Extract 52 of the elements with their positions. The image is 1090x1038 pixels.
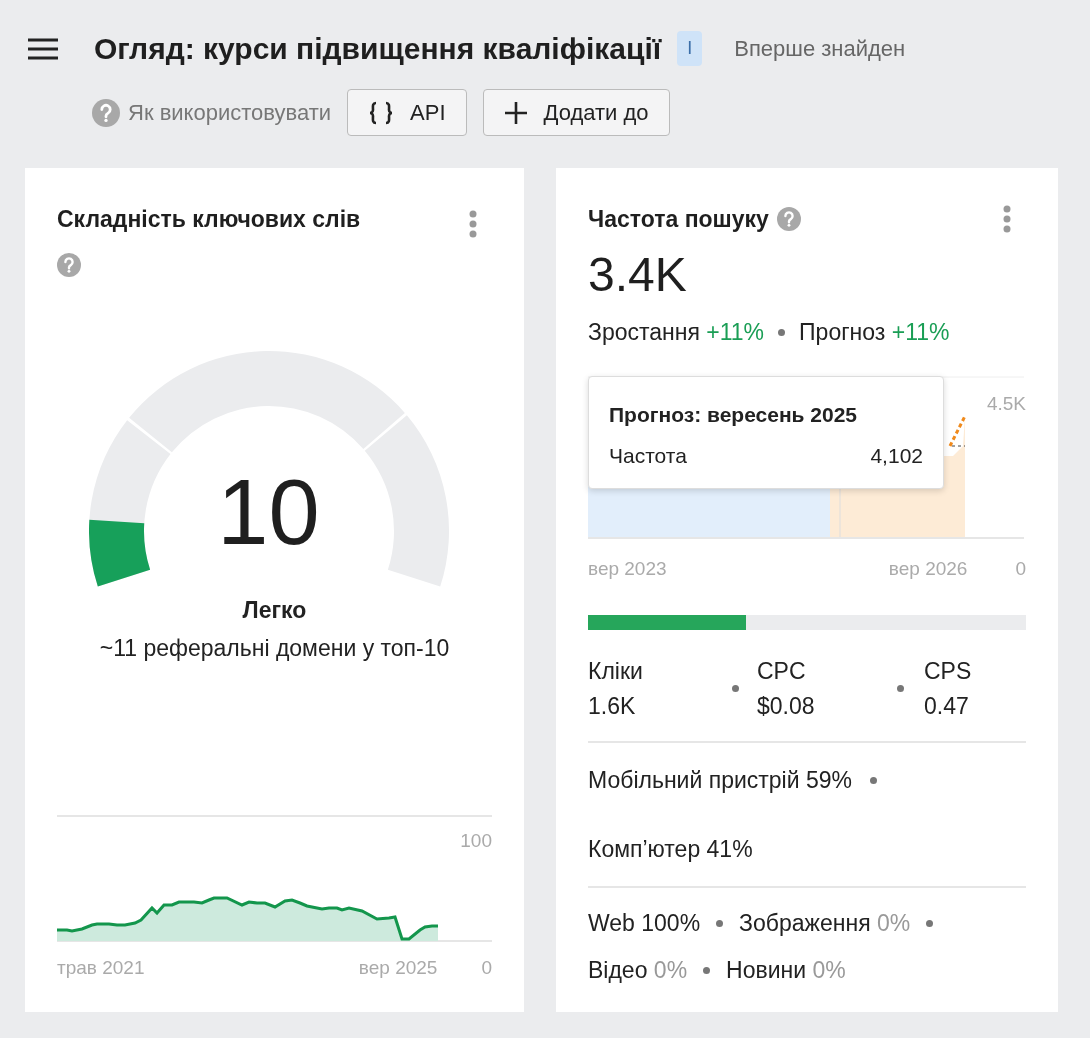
search-volume-value: 3.4K <box>588 248 688 302</box>
serp-feature-share: Відео 0% <box>588 955 688 985</box>
serp-feature-share: Новини 0% <box>726 955 846 985</box>
separator-dot <box>732 685 739 693</box>
trend-text: Зростання +11% <box>588 318 765 348</box>
referring-domains-note: ~11 реферальні домени у топ-10 <box>98 634 451 663</box>
axis-label: вер 2025 <box>358 955 438 980</box>
tooltip-label: Частота <box>609 443 687 470</box>
axis-label: 0 <box>1015 556 1026 581</box>
tooltip-title: Прогноз: вересень 2025 <box>609 401 859 428</box>
help-icon[interactable] <box>57 252 81 277</box>
difficulty-score: 10 <box>216 465 321 558</box>
axis-label: 4.5K <box>986 391 1026 416</box>
plus-icon <box>503 100 528 125</box>
more-options-icon[interactable] <box>468 208 478 239</box>
help-link[interactable]: Як використовувати <box>92 96 332 129</box>
api-button[interactable]: API <box>347 89 467 136</box>
separator-dot <box>716 920 724 928</box>
separator-dot <box>778 329 786 337</box>
separator-dot <box>926 920 934 928</box>
device-share: Мобільний пристрій 59% <box>588 766 852 796</box>
separator-dot <box>703 966 711 974</box>
axis-label: 0 <box>481 955 492 980</box>
metric-value: $0.08 <box>757 691 816 721</box>
page-title: Огляд: курси підвищення кваліфікації <box>94 31 662 67</box>
axis-label: трав 2021 <box>57 955 145 980</box>
menu-icon[interactable] <box>28 36 58 61</box>
separator-dot <box>897 685 904 693</box>
metric-value: 1.6K <box>588 691 637 721</box>
tooltip-value: 4,102 <box>870 443 923 470</box>
difficulty-rating: Легко <box>241 595 308 625</box>
axis-label: вер 2026 <box>888 556 968 581</box>
braces-icon <box>368 100 395 125</box>
help-icon[interactable] <box>776 207 801 232</box>
trend-text: Прогноз +11% <box>799 318 950 348</box>
metric-label: CPS <box>924 657 972 687</box>
intent-badge: I <box>677 31 703 66</box>
help-icon[interactable] <box>92 98 120 127</box>
more-options-icon[interactable] <box>1002 204 1012 235</box>
card-title: Частота пошуку <box>588 205 769 234</box>
axis-label: вер 2023 <box>588 556 667 581</box>
serp-feature-share: Зображення 0% <box>739 909 911 939</box>
device-share: Комп’ютер 41% <box>588 834 753 864</box>
metric-label: CPC <box>757 657 807 687</box>
first-seen-text: Вперше знайден <box>734 35 906 63</box>
metric-label: Кліки <box>588 657 644 687</box>
add-to-button[interactable]: Додати до <box>482 89 670 136</box>
card-title: Складність ключових слів <box>57 205 361 234</box>
axis-label: 100 <box>460 829 492 853</box>
metric-value: 0.47 <box>924 691 970 721</box>
serp-feature-share: Web 100% <box>588 909 701 939</box>
separator-dot <box>870 777 877 785</box>
